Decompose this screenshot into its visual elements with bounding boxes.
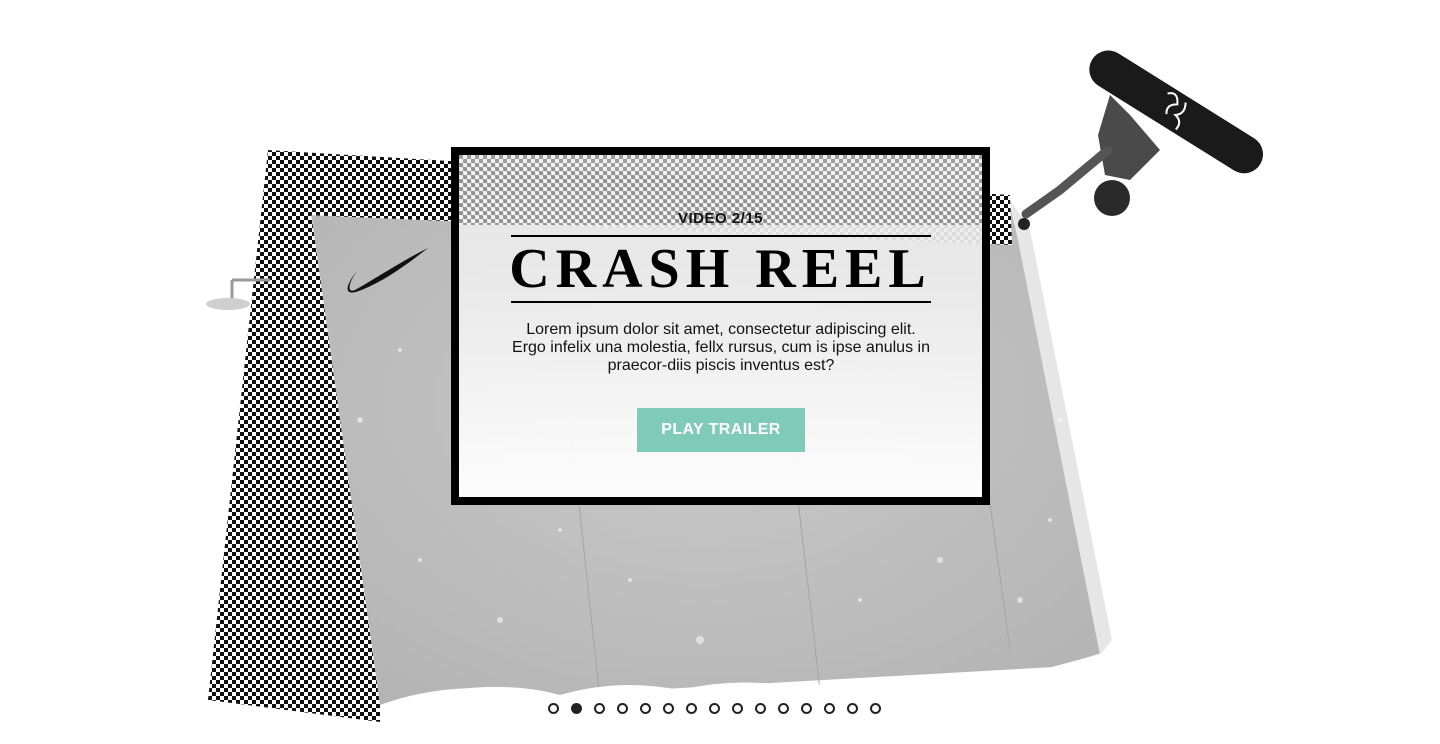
pager-dot[interactable] (778, 703, 789, 714)
snowboarder-photo (1018, 50, 1264, 230)
pager-dot[interactable] (594, 703, 605, 714)
pager-dot[interactable] (732, 703, 743, 714)
pager-dot[interactable] (870, 703, 881, 714)
play-trailer-button[interactable]: PLAY TRAILER (637, 408, 805, 452)
title-rule-bottom (511, 301, 931, 303)
video-description: Lorem ipsum dolor sit amet, consectetur … (512, 321, 930, 374)
pager-dot[interactable] (663, 703, 674, 714)
video-counter: VIDEO 2/15 (677, 210, 764, 227)
pager-dot[interactable] (709, 703, 720, 714)
pager-dot[interactable] (548, 703, 559, 714)
video-info-card: VIDEO 2/15 CRASH REEL Lorem ipsum dolor … (451, 147, 990, 505)
pager-dot[interactable] (640, 703, 651, 714)
pager-dot[interactable] (847, 703, 858, 714)
pager-dot[interactable] (617, 703, 628, 714)
pager-dot[interactable] (801, 703, 812, 714)
carousel-pager (548, 703, 881, 715)
pager-dot[interactable] (571, 703, 582, 714)
title-rule-top (511, 235, 931, 237)
pager-dot[interactable] (755, 703, 766, 714)
pager-dot[interactable] (686, 703, 697, 714)
video-title: CRASH REEL (509, 238, 932, 300)
pager-dot[interactable] (824, 703, 835, 714)
